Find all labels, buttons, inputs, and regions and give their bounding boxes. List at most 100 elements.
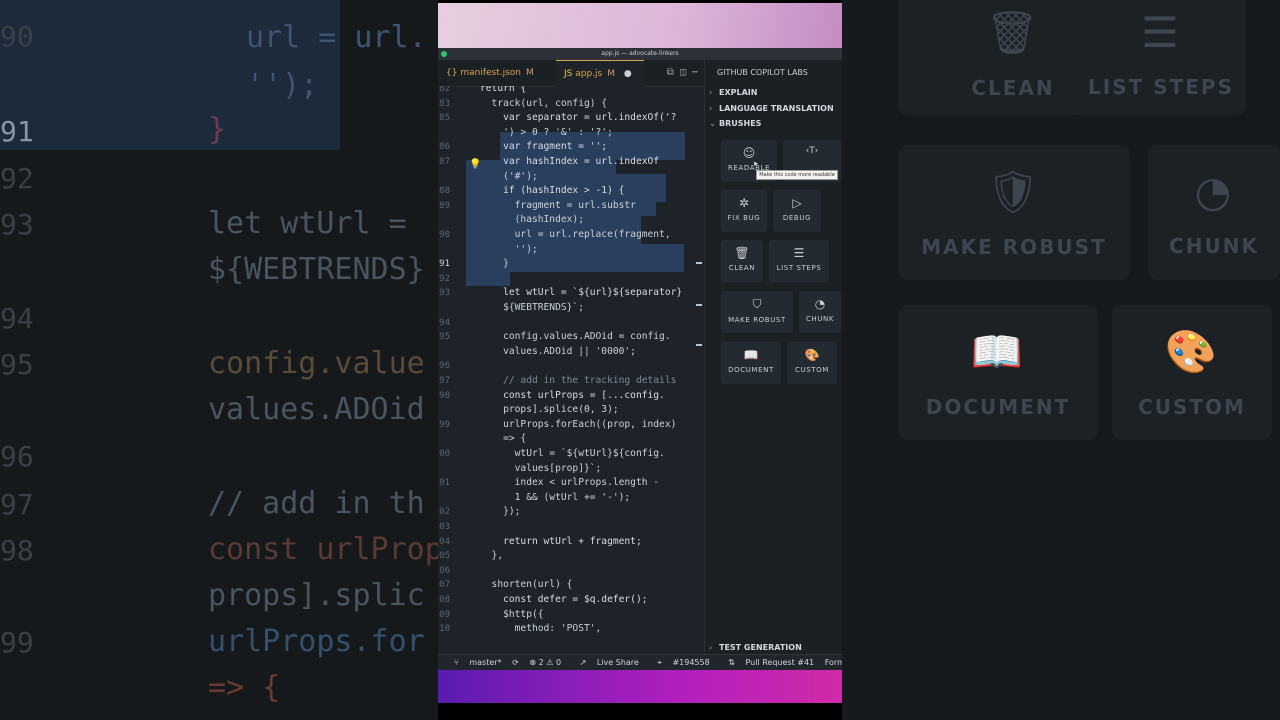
bg-line-number: 90 <box>0 20 34 53</box>
line-number: 83 <box>439 98 450 109</box>
code-line: wtUrl = `${wtUrl}${config. <box>480 448 665 459</box>
brush-fix-bug[interactable]: ✲ FIX BUG <box>721 190 767 232</box>
bg-code-line: ''); <box>246 68 319 103</box>
pie-icon: ◔ <box>814 297 826 311</box>
section-explain[interactable]: › EXPLAIN <box>709 88 757 97</box>
line-number: 04 <box>439 536 450 547</box>
panel-title: GITHUB COPILOT LABS <box>717 68 808 77</box>
code-line: let wtUrl = `${url}${separator} <box>480 287 683 299</box>
code-line: => { <box>480 433 527 445</box>
section-language-translation[interactable]: › LANGUAGE TRANSLATION <box>709 104 834 113</box>
tab-label: manifest.json <box>460 68 521 78</box>
formatting-item[interactable]: Formatting: ✓ <box>825 658 842 667</box>
trash-icon: 🗑 <box>734 246 750 260</box>
code-line: if (hashIndex > -1) { <box>480 185 625 197</box>
code-line: track(url, config) { <box>480 97 608 109</box>
selection-highlight <box>466 272 510 286</box>
chevron-right-icon: › <box>709 643 713 652</box>
live-share-item[interactable]: ↗ Live Share <box>572 658 639 667</box>
desktop-wallpaper <box>438 3 842 48</box>
modified-badge: M <box>526 68 534 78</box>
js-file-icon: JS <box>564 69 573 79</box>
brush-document[interactable]: 📖 DOCUMENT <box>721 342 781 384</box>
line-number: 89 <box>439 200 450 211</box>
code-line: config.values.ADOid = config. <box>480 331 671 343</box>
compare-icon[interactable]: ⧉ <box>667 67 674 78</box>
code-line: // add in the tracking details <box>480 375 677 386</box>
brush-chunk[interactable]: ◔ CHUNK <box>799 291 841 333</box>
code-line: $http({ <box>480 608 544 620</box>
pull-request-item[interactable]: ⇅ Pull Request #41 <box>720 658 814 667</box>
section-brushes[interactable]: ⌄ BRUSHES <box>709 119 761 128</box>
brush-list-steps[interactable]: ☰ LIST STEPS <box>769 240 829 282</box>
code-line: (hashIndex); <box>480 214 584 226</box>
sync-icon[interactable]: ⟳ <box>512 658 519 667</box>
code-editor: {} manifest.json M JS app.js M ● ⧉ ◫ ⋯ 💡 82 r… <box>438 60 704 654</box>
line-number: 90 <box>439 230 450 240</box>
bg-line-number: 99 <box>0 626 34 659</box>
window-titlebar: app.js — advocate-linkers <box>438 48 842 60</box>
code-line: values[prop]}`; <box>480 462 602 474</box>
bg-tile-custom: 🎨 CUSTOM <box>1112 305 1272 440</box>
code-line: const defer = $q.defer(); <box>480 594 648 605</box>
brush-debug[interactable]: ▷ DEBUG <box>773 190 821 232</box>
code-line: const urlProps = [...config. <box>480 389 665 401</box>
code-line: var hashIndex = url.indexOf <box>480 156 660 167</box>
problems-item[interactable]: ⊗ 2 ⚠ 0 <box>529 658 561 667</box>
line-number: 06 <box>439 565 450 576</box>
bg-code-line: config.value <box>208 346 425 381</box>
bg-line-number: 96 <box>0 440 34 473</box>
chevron-down-icon: ⌄ <box>709 119 716 128</box>
issue-icon: ⌖ <box>657 658 662 667</box>
bg-code-line: const urlProp <box>208 532 438 567</box>
line-number: 09 <box>439 609 450 620</box>
window-title: app.js — advocate-linkers <box>601 50 679 57</box>
bg-line-number: 92 <box>0 162 34 195</box>
branch-item[interactable]: ⑂ master* <box>446 658 502 667</box>
bg-line-number: 95 <box>0 348 34 381</box>
issue-item[interactable]: ⌖ #194558 <box>649 658 709 667</box>
code-line: 1 && (wtUrl += '-'); <box>480 491 631 503</box>
line-number: 98 <box>439 390 450 401</box>
line-number: 92 <box>439 273 450 284</box>
bug-icon: ✲ <box>738 196 750 210</box>
book-icon: 📖 <box>743 348 759 362</box>
bg-code-line: props].splic <box>208 578 425 613</box>
line-number: 08 <box>439 595 450 605</box>
line-number: 10 <box>439 624 450 635</box>
modified-badge: M <box>607 69 616 79</box>
section-test-generation[interactable]: › TEST GENERATION <box>709 643 802 652</box>
split-editor-icon[interactable]: ◫ <box>680 67 686 78</box>
code-line: } <box>480 258 509 270</box>
shield-check-icon: ⛉ <box>752 297 762 311</box>
line-number: 00 <box>439 449 450 459</box>
code-line: index < urlProps.length - <box>480 477 660 489</box>
debug-play-icon: ▷ <box>792 196 802 210</box>
video-frame: app.js — advocate-linkers {} manifest.js… <box>438 0 842 720</box>
line-number: 87 <box>439 157 450 167</box>
line-number: 97 <box>439 376 450 386</box>
editor-tabs: {} manifest.json M JS app.js M ● ⧉ ◫ ⋯ <box>438 60 704 87</box>
line-number: 07 <box>439 580 450 591</box>
brush-tooltip: Make this code more readable <box>756 170 838 180</box>
code-line: values.ADOid || '0000'; <box>480 345 636 357</box>
line-number: 88 <box>439 186 450 197</box>
bg-line-number: 97 <box>0 488 34 521</box>
line-number: 91 <box>439 259 450 270</box>
json-file-icon: {} <box>446 68 458 78</box>
code-line: urlProps.forEach((prop, index) <box>480 418 677 430</box>
code-area[interactable]: 💡 82 return {83 track(url, config) {85 va… <box>438 86 704 654</box>
brush-make-robust[interactable]: ⛉ MAKE ROBUST <box>721 291 793 333</box>
more-icon[interactable]: ⋯ <box>692 67 698 78</box>
editor-scrollbar[interactable] <box>696 112 704 654</box>
code-line: ''); <box>480 243 538 255</box>
line-number: 86 <box>439 142 450 153</box>
line-number: 01 <box>439 478 450 489</box>
pull-request-icon: ⇅ <box>728 658 735 667</box>
brush-clean[interactable]: 🗑 CLEAN <box>721 240 763 282</box>
tab-app-js[interactable]: JS app.js M ● <box>556 60 644 87</box>
branch-icon: ⑂ <box>454 658 459 667</box>
tab-manifest-json[interactable]: {} manifest.json M <box>446 60 556 86</box>
window-close-button[interactable] <box>441 51 447 57</box>
brush-custom[interactable]: 🎨 CUSTOM <box>787 342 837 384</box>
